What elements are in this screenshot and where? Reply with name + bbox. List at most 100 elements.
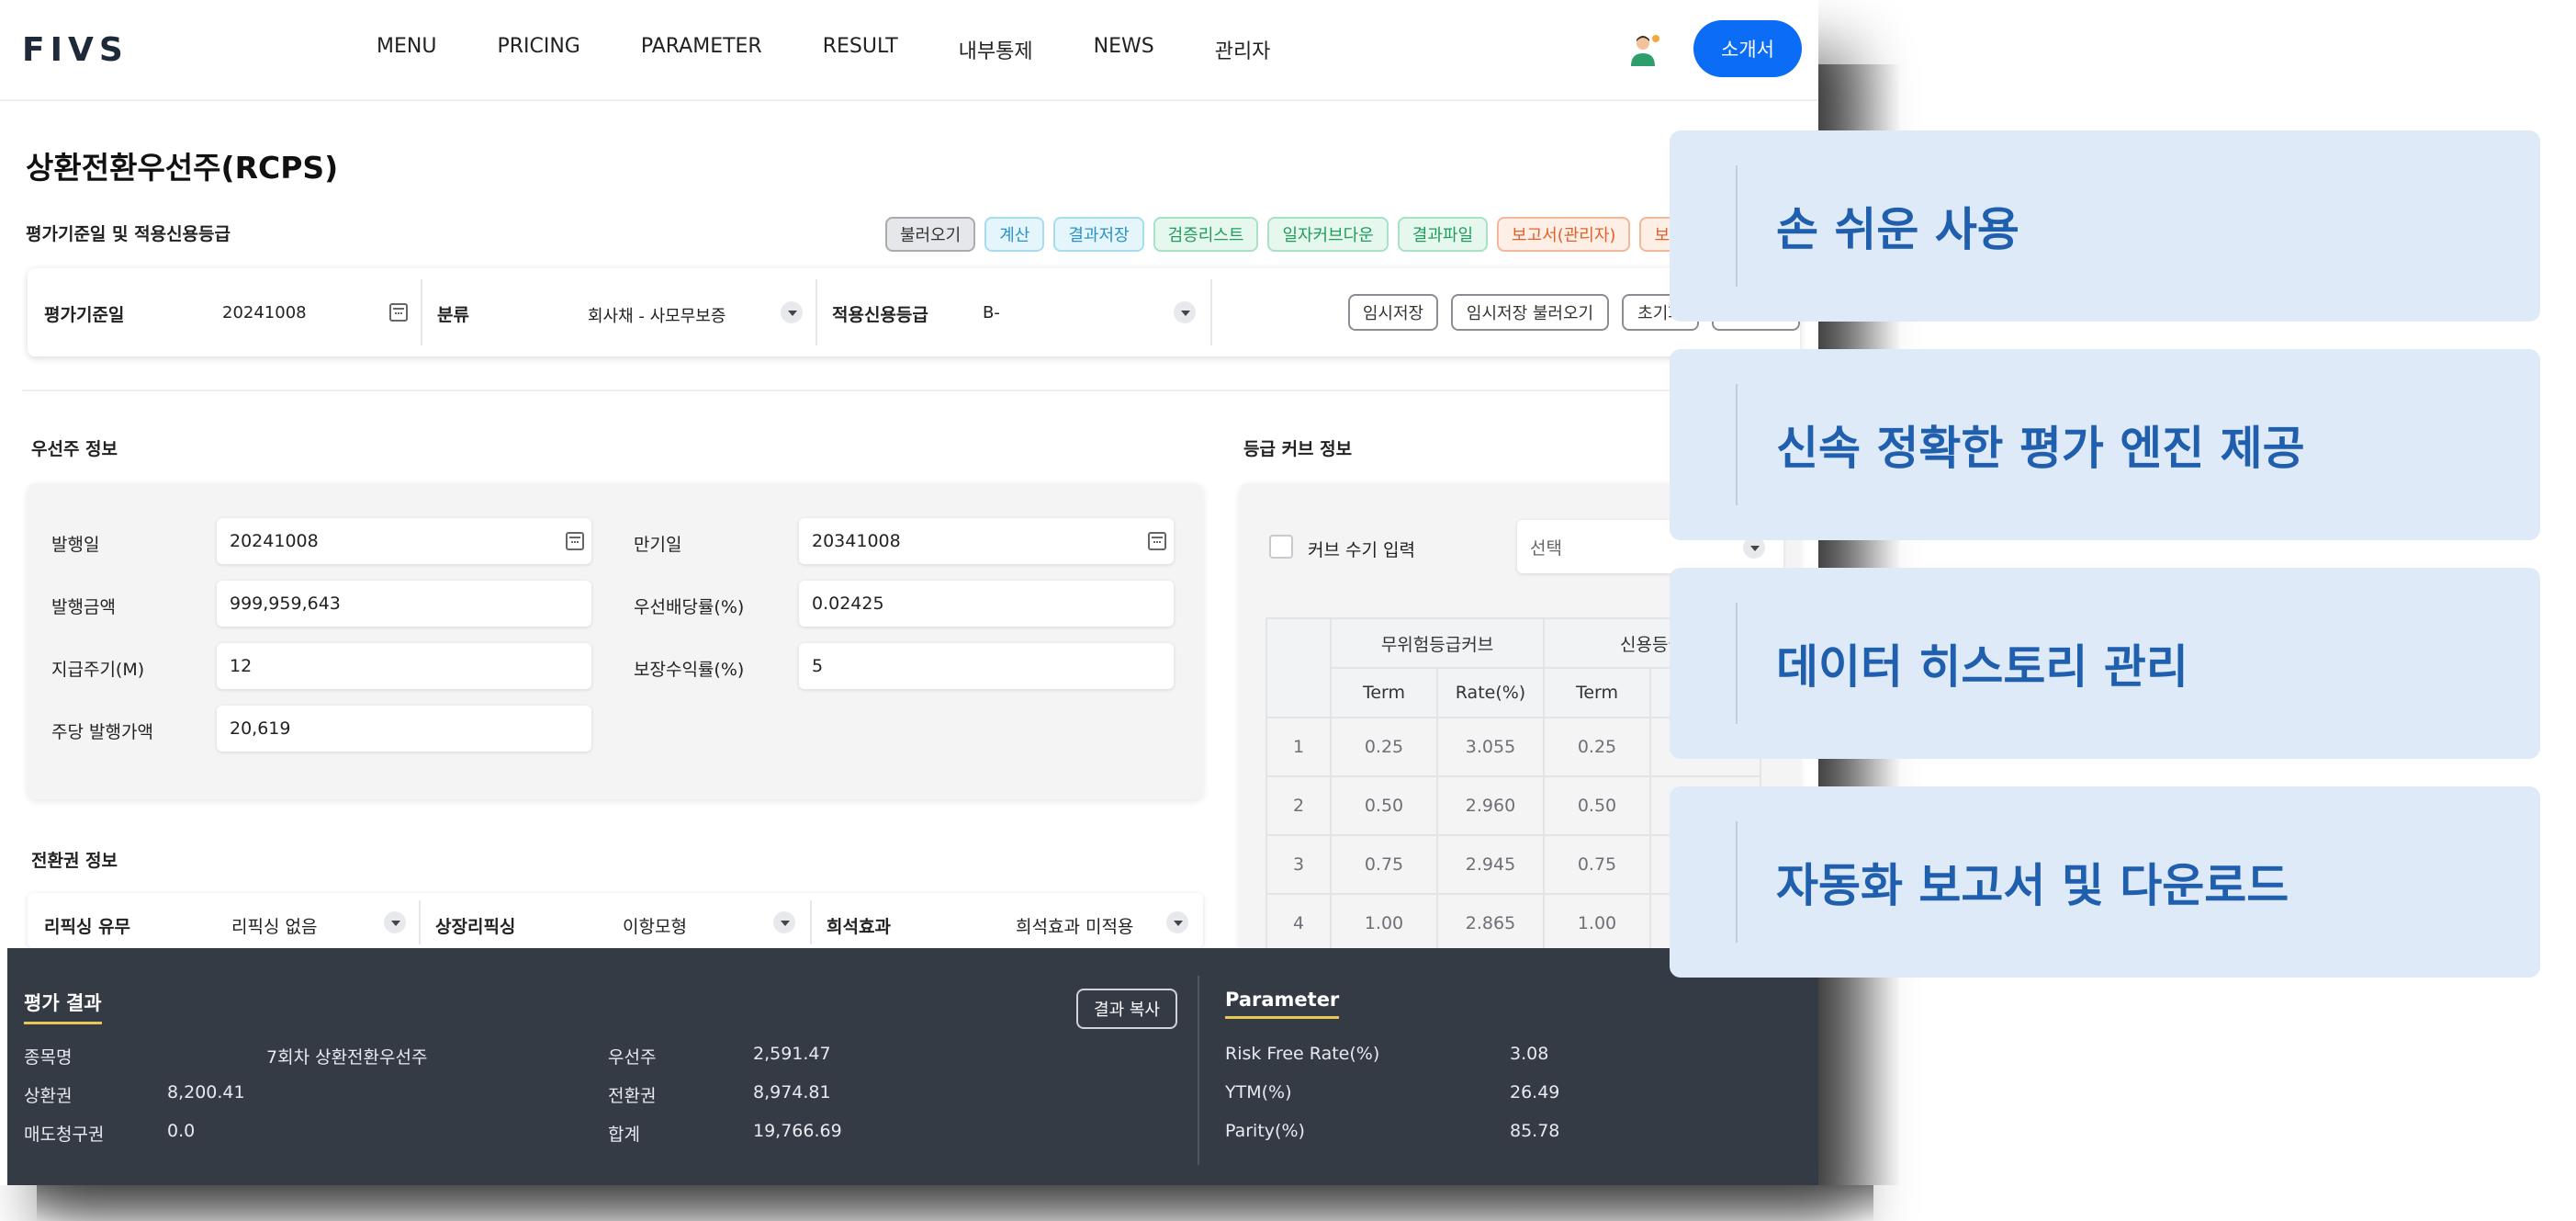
col-rate: Rate(%) [1436, 667, 1545, 718]
result-title: 평가 결과 [24, 989, 102, 1024]
manual-curve-checkbox[interactable] [1269, 535, 1293, 559]
period-input[interactable]: 12 [217, 643, 591, 689]
grade-curve-title: 등급 커브 정보 [1243, 439, 1353, 459]
category-label: 분류 [437, 305, 469, 325]
nav-menu[interactable]: MENU [377, 35, 436, 64]
nav-pricing[interactable]: PRICING [497, 35, 579, 64]
feature-text: 손 쉬운 사용 [1776, 203, 2019, 256]
feature-accent-bar [1736, 603, 1738, 724]
name-label: 종목명 [24, 1047, 73, 1068]
parameter-title: Parameter [1225, 989, 1340, 1019]
cell-term[interactable]: 1.00 [1330, 893, 1438, 954]
conversion-value: 8,974.81 [753, 1082, 831, 1102]
manual-curve-label: 커브 수기 입력 [1308, 540, 1415, 560]
redemption-value: 8,200.41 [167, 1082, 245, 1102]
copy-result-button[interactable]: 결과 복사 [1076, 989, 1177, 1029]
refixing-select[interactable]: 리픽싱 없음 [231, 913, 317, 938]
cell-term[interactable]: 0.50 [1543, 775, 1651, 836]
cell-rate[interactable]: 3.055 [1436, 717, 1545, 777]
dilution-select[interactable]: 희석효과 미적용 [1016, 913, 1133, 938]
top-header: FIVS MENU PRICING PARAMETER RESULT 내부통제 … [0, 0, 1818, 101]
intro-button[interactable]: 소개서 [1693, 20, 1802, 77]
nav-internal-control[interactable]: 내부통제 [959, 35, 1033, 64]
conversion-label: 전환권 [608, 1086, 657, 1106]
total-label: 합계 [608, 1125, 640, 1145]
nav-parameter[interactable]: PARAMETER [641, 35, 762, 64]
dividend-input[interactable]: 0.02425 [799, 581, 1174, 627]
verify-list-button[interactable]: 검증리스트 [1153, 217, 1259, 252]
result-file-button[interactable]: 결과파일 [1397, 217, 1489, 252]
chevron-down-icon[interactable] [773, 911, 795, 933]
price-label: 주당 발행가액 [51, 722, 153, 742]
feature-accent-bar [1736, 165, 1738, 287]
feature-accent-bar [1736, 384, 1738, 505]
cell-term[interactable]: 0.50 [1330, 775, 1438, 836]
conversion-card: 리픽싱 유무 리픽싱 없음 상장리픽싱 이항모형 희석효과 희석효과 미적용 [28, 893, 1203, 948]
calendar-icon[interactable] [566, 532, 584, 550]
rf-value: 3.08 [1510, 1044, 1549, 1064]
issue-amount-input[interactable]: 999,959,643 [217, 581, 591, 627]
admin-report-button[interactable]: 보고서(관리자) [1497, 217, 1631, 252]
eval-date-label: 평가기준일 [44, 305, 125, 325]
put-value: 0.0 [167, 1121, 196, 1141]
nav-result[interactable]: RESULT [823, 35, 898, 64]
chevron-down-icon[interactable] [781, 301, 803, 323]
save-result-button[interactable]: 결과저장 [1053, 217, 1144, 252]
main-nav: MENU PRICING PARAMETER RESULT 내부통제 NEWS … [377, 35, 1331, 64]
chevron-down-icon[interactable] [384, 911, 406, 933]
cell-term[interactable]: 1.00 [1543, 893, 1651, 954]
cell-term[interactable]: 0.25 [1330, 717, 1438, 777]
nav-admin[interactable]: 관리자 [1215, 35, 1271, 64]
maturity-input[interactable]: 20341008 [799, 518, 1174, 564]
refixing-label: 리픽싱 유무 [44, 917, 131, 937]
listed-refixing-select[interactable]: 이항모형 [623, 913, 687, 938]
section-divider [22, 390, 1804, 391]
load-button[interactable]: 불러오기 [885, 217, 976, 252]
category-select[interactable]: 회사채 - 사모무보증 [588, 303, 726, 327]
dividend-label: 우선배당률(%) [634, 597, 745, 617]
row-index: 1 [1266, 717, 1332, 777]
chevron-down-icon[interactable] [1166, 911, 1188, 933]
price-input[interactable]: 20,619 [217, 706, 591, 752]
conversion-section-title: 전환권 정보 [31, 851, 118, 871]
divider [810, 900, 812, 944]
feature-text: 자동화 보고서 및 다운로드 [1776, 859, 2289, 912]
temp-load-button[interactable]: 임시저장 불러오기 [1451, 294, 1609, 331]
total-value: 19,766.69 [753, 1121, 842, 1141]
feature-text: 데이터 히스토리 관리 [1776, 640, 2188, 694]
guarantee-input[interactable]: 5 [799, 643, 1174, 689]
cell-term[interactable]: 0.75 [1330, 834, 1438, 895]
col-term: Term [1330, 667, 1438, 718]
preferred-section-title: 우선주 정보 [31, 439, 118, 459]
cell-term[interactable]: 0.25 [1543, 717, 1651, 777]
preferred-panel: 발행일 20241008 만기일 20341008 발행금액 999,959,6… [28, 483, 1203, 799]
issue-date-input[interactable]: 20241008 [217, 518, 591, 564]
curve-download-button[interactable]: 일자커브다운 [1267, 217, 1389, 252]
app-window: FIVS MENU PRICING PARAMETER RESULT 내부통제 … [0, 0, 1818, 1185]
user-avatar-icon[interactable] [1629, 33, 1660, 66]
window-shadow-bottom [37, 1185, 1873, 1221]
nav-news[interactable]: NEWS [1094, 35, 1154, 64]
calculate-button[interactable]: 계산 [984, 217, 1045, 252]
chevron-down-icon[interactable] [1174, 301, 1196, 323]
logo[interactable]: FIVS [22, 31, 129, 69]
cell-rate[interactable]: 2.960 [1436, 775, 1545, 836]
rf-label: Risk Free Rate(%) [1225, 1044, 1380, 1064]
eval-date-input[interactable]: 20241008 [222, 303, 307, 322]
feature-card: 손 쉬운 사용 [1670, 130, 2540, 322]
name-value: 7회차 상환전환우선주 [266, 1047, 428, 1068]
redemption-label: 상환권 [24, 1086, 73, 1106]
credit-select[interactable]: B- [983, 303, 1000, 322]
cell-rate[interactable]: 2.865 [1436, 893, 1545, 954]
put-label: 매도청구권 [24, 1125, 105, 1145]
ytm-value: 26.49 [1510, 1082, 1560, 1102]
row-index: 2 [1266, 775, 1332, 836]
action-chips: 불러오기 계산 결과저장 검증리스트 일자커브다운 결과파일 보고서(관리자) … [885, 217, 1715, 252]
temp-save-button[interactable]: 임시저장 [1348, 294, 1438, 331]
cell-term[interactable]: 0.75 [1543, 834, 1651, 895]
dilution-label: 희석효과 [827, 917, 891, 937]
calendar-icon[interactable] [389, 303, 408, 322]
filter-card: 평가기준일 20241008 분류 회사채 - 사모무보증 적용신용등급 B- … [28, 268, 1800, 356]
cell-rate[interactable]: 2.945 [1436, 834, 1545, 895]
calendar-icon[interactable] [1148, 532, 1166, 550]
